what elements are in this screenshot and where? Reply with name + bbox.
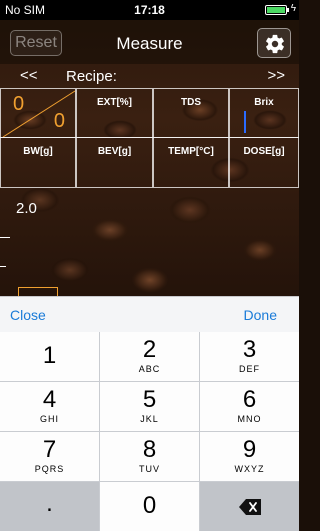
key-digit: 0: [142, 492, 157, 519]
gear-icon: [266, 34, 284, 54]
key-digit: 5: [142, 386, 157, 413]
bolt-icon: ϟ: [290, 3, 296, 14]
backspace-icon: [239, 499, 261, 515]
bw-cell[interactable]: BW[g]: [0, 137, 76, 188]
previous-recipe-button[interactable]: <<: [20, 67, 38, 84]
key-6[interactable]: 6 MNO: [200, 382, 299, 431]
key-1[interactable]: 1: [0, 332, 99, 381]
key-digit: 2: [142, 336, 157, 363]
key-7[interactable]: 7 PQRS: [0, 432, 99, 481]
temp-cell[interactable]: TEMP[°C]: [153, 137, 229, 188]
key-letters: JKL: [140, 414, 159, 424]
key-letters: MNO: [237, 414, 262, 424]
key-letters: ABC: [138, 364, 161, 374]
key-digit: 7: [42, 436, 57, 463]
clock: 17:18: [134, 3, 165, 17]
done-button[interactable]: Done: [244, 307, 277, 323]
ext-label: EXT[%]: [97, 97, 132, 108]
key-letters: TUV: [139, 464, 160, 474]
key-0[interactable]: 0: [100, 482, 199, 531]
next-recipe-button[interactable]: >>: [267, 67, 285, 84]
bw-label: BW[g]: [23, 146, 53, 157]
dose-label: DOSE[g]: [243, 146, 285, 157]
bev-label: BEV[g]: [97, 146, 132, 157]
graph-marker: [18, 287, 58, 296]
key-letters: DEF: [239, 364, 260, 374]
ext-cell[interactable]: EXT[%]: [76, 88, 153, 138]
key-digit: 4: [42, 386, 57, 413]
nav-bar: Reset Measure: [0, 20, 299, 64]
key-digit: 6: [242, 386, 257, 413]
keyboard-toolbar: Close Done: [0, 296, 299, 332]
key-5[interactable]: 5 JKL: [100, 382, 199, 431]
recipe-label: Recipe:: [66, 68, 117, 85]
battery-icon: [265, 5, 289, 15]
brix-label: Brix: [254, 97, 274, 108]
key-digit: 1: [42, 342, 57, 369]
text-cursor: [244, 111, 246, 133]
key-9[interactable]: 9 WXYZ: [200, 432, 299, 481]
key-digit: 9: [242, 436, 257, 463]
ratio-bottom-value: 0: [53, 110, 65, 132]
axis-tick: [0, 266, 6, 267]
page-title: Measure: [116, 34, 183, 53]
key-letters: GHI: [39, 414, 59, 424]
key-8[interactable]: 8 TUV: [100, 432, 199, 481]
backspace-key[interactable]: [200, 482, 299, 531]
numeric-keypad: 1 2 ABC 3 DEF 4 GHI 5 JKL 6 MNO 7 PQRS 8…: [0, 332, 299, 531]
close-button[interactable]: Close: [10, 307, 46, 323]
key-4[interactable]: 4 GHI: [0, 382, 99, 431]
ratio-top-value: 0: [13, 93, 25, 115]
bev-cell[interactable]: BEV[g]: [76, 137, 153, 188]
recipe-row: << Recipe: >>: [0, 64, 299, 88]
dose-cell[interactable]: DOSE[g]: [229, 137, 299, 188]
key-2[interactable]: 2 ABC: [100, 332, 199, 381]
key-digit: 8: [142, 436, 157, 463]
graph-axis-value: 2.0: [16, 200, 37, 217]
key-digit: 3: [242, 336, 257, 363]
key-decimal: .: [46, 490, 53, 517]
tds-label: TDS: [181, 97, 201, 108]
axis-tick: [0, 237, 10, 238]
measurement-grid: 0 0 EXT[%] TDS Brix BW[g] BEV[g] TEMP[°C…: [0, 88, 299, 188]
key-3[interactable]: 3 DEF: [200, 332, 299, 381]
key-letters: WXYZ: [234, 464, 265, 474]
ratio-cell[interactable]: 0 0: [0, 88, 76, 138]
status-bar: No SIM 17:18 ϟ: [0, 0, 299, 20]
tds-cell[interactable]: TDS: [153, 88, 229, 138]
brix-cell[interactable]: Brix: [229, 88, 299, 138]
decimal-key[interactable]: .: [0, 482, 99, 531]
temp-label: TEMP[°C]: [168, 146, 214, 157]
settings-button[interactable]: [257, 28, 291, 58]
key-letters: PQRS: [34, 464, 65, 474]
